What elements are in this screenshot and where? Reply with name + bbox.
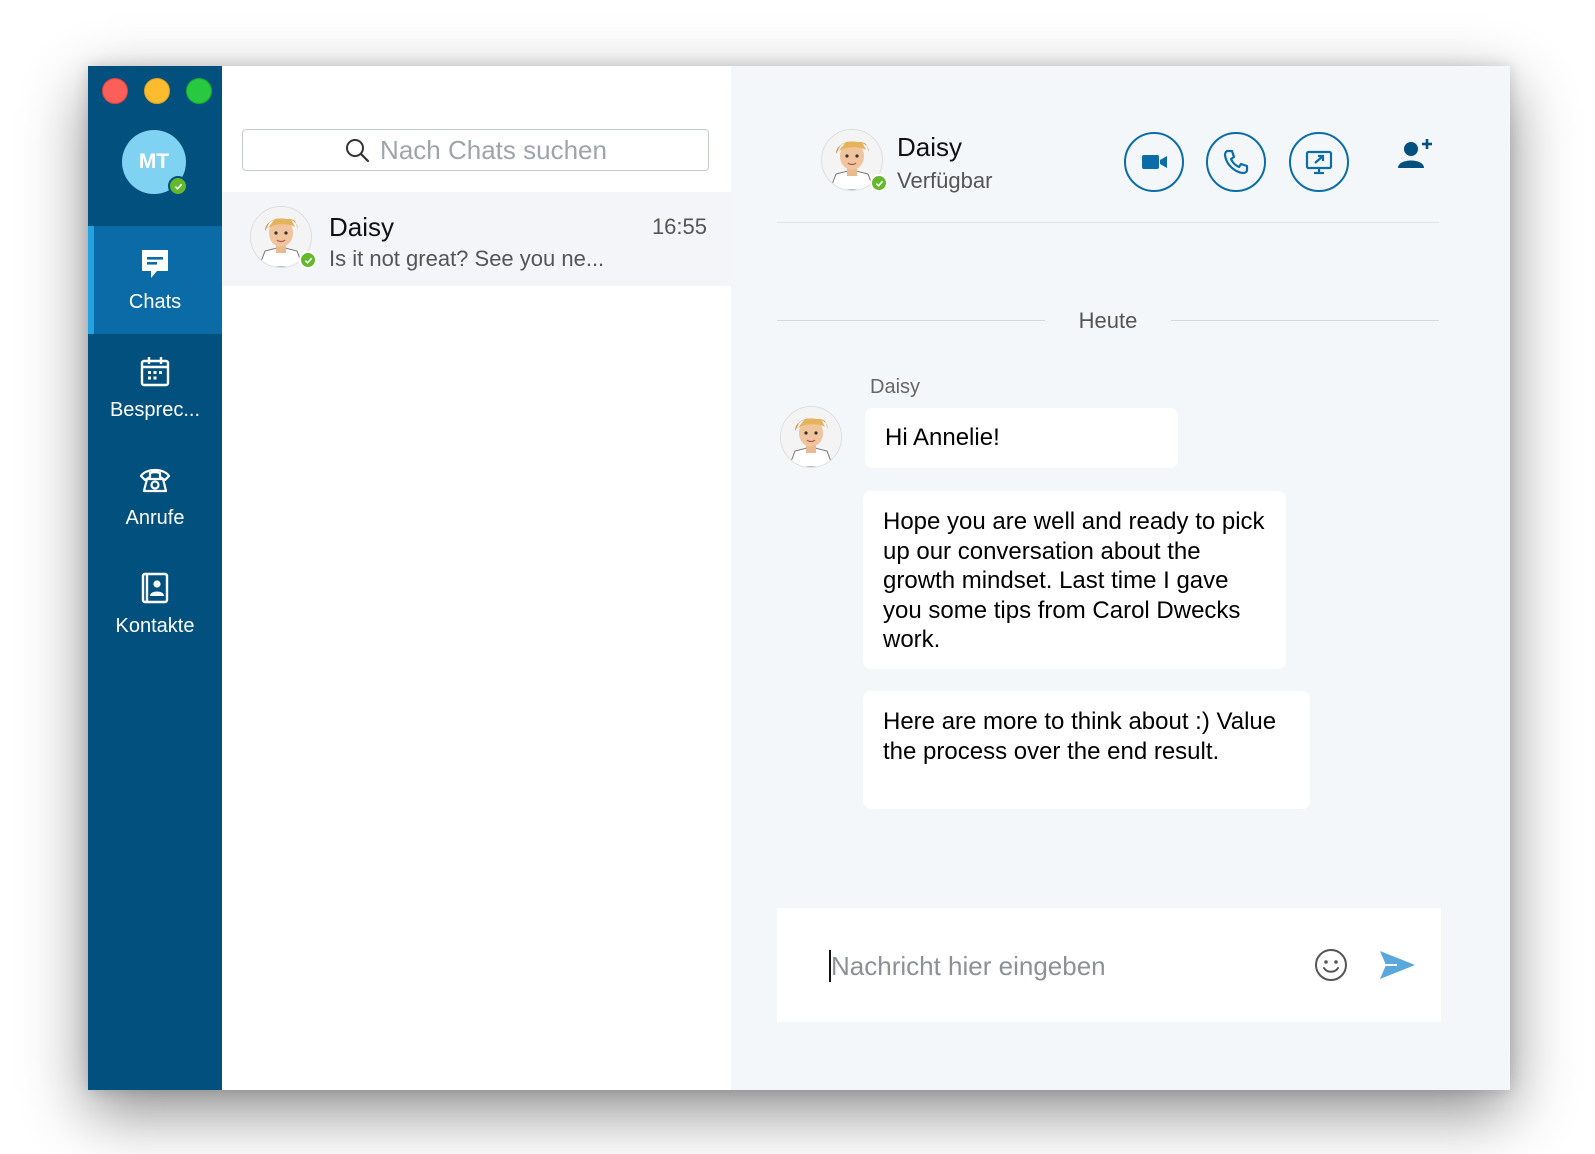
add-person-icon[interactable]	[1395, 136, 1433, 174]
daisy-avatar-icon	[781, 407, 841, 467]
message-bubble[interactable]: Hope you are well and ready to pick up o…	[863, 491, 1286, 669]
message-bubble[interactable]: Hi Annelie!	[865, 408, 1178, 468]
send-icon[interactable]	[1377, 948, 1417, 982]
minimize-window-button[interactable]	[144, 78, 170, 104]
search-placeholder: Nach Chats suchen	[380, 134, 607, 165]
day-separator-label: Heute	[1078, 308, 1138, 333]
phone-icon	[139, 468, 171, 492]
phone-icon	[1223, 149, 1249, 175]
conversation-panel: Daisy Verfügbar Heute Daisy Hi Annelie! …	[731, 66, 1510, 1090]
chat-list-item[interactable]: Daisy 16:55 Is it not great? See you ne.…	[222, 192, 731, 286]
message-bubble[interactable]: Here are more to think about :) Value th…	[863, 691, 1310, 809]
nav-item-calls[interactable]: Anrufe	[88, 442, 222, 550]
maximize-window-button[interactable]	[186, 78, 212, 104]
contact-avatar	[250, 206, 317, 269]
conversation-contact-name: Daisy	[897, 132, 963, 162]
nav-label-chats: Chats	[128, 290, 182, 313]
conversation-contact-status: Verfügbar	[897, 168, 993, 193]
close-window-button[interactable]	[102, 78, 128, 104]
chat-message-preview: Is it not great? See you ne...	[329, 246, 605, 271]
nav-item-contacts[interactable]: Kontakte	[88, 550, 222, 658]
video-call-button[interactable]	[1124, 132, 1184, 192]
audio-call-button[interactable]	[1206, 132, 1266, 192]
chat-contact-name: Daisy	[329, 212, 395, 242]
conversation-header: Daisy Verfügbar	[777, 66, 1439, 223]
message-sender-avatar[interactable]	[780, 406, 842, 468]
nav-label-contacts: Kontakte	[115, 614, 195, 637]
day-separator: Heute	[777, 306, 1439, 336]
available-status-icon	[299, 251, 317, 269]
nav-label-calls: Anrufe	[125, 506, 185, 529]
message-input[interactable]: Nachricht hier eingeben	[831, 950, 1106, 982]
nav-item-meetings[interactable]: Besprec...	[88, 334, 222, 442]
available-status-icon	[870, 174, 888, 192]
chat-bubble-icon	[142, 249, 168, 278]
nav-item-chats[interactable]: Chats	[88, 226, 222, 334]
main-navigation: Chats Besprec... Anrufe Kontakte	[88, 226, 222, 658]
chat-timestamp: 16:55	[651, 214, 707, 239]
share-screen-button[interactable]	[1289, 132, 1349, 192]
search-icon	[346, 139, 370, 163]
video-camera-icon	[1142, 155, 1167, 169]
contacts-icon	[141, 572, 169, 603]
message-sender-name: Daisy	[870, 376, 921, 398]
separator-line	[1171, 320, 1439, 321]
app-window: MT Chats Besprec... Anrufe Kontakte Nach…	[88, 66, 1510, 1090]
nav-label-meetings: Besprec...	[109, 398, 201, 421]
profile-initials: MT	[138, 150, 170, 173]
emoji-icon[interactable]	[1313, 947, 1349, 983]
navigation-rail: MT Chats Besprec... Anrufe Kontakte	[88, 66, 222, 1090]
message-composer[interactable]: Nachricht hier eingeben	[777, 908, 1441, 1022]
available-status-icon	[168, 176, 188, 196]
chat-list-panel: Nach Chats suchen Daisy 16:55 Is it not …	[222, 66, 732, 1090]
search-input[interactable]: Nach Chats suchen	[242, 129, 709, 171]
my-profile-avatar[interactable]: MT	[122, 130, 188, 196]
header-contact-avatar[interactable]	[821, 129, 888, 192]
calendar-icon	[140, 356, 170, 386]
share-screen-icon	[1305, 150, 1333, 175]
window-controls	[102, 78, 212, 104]
